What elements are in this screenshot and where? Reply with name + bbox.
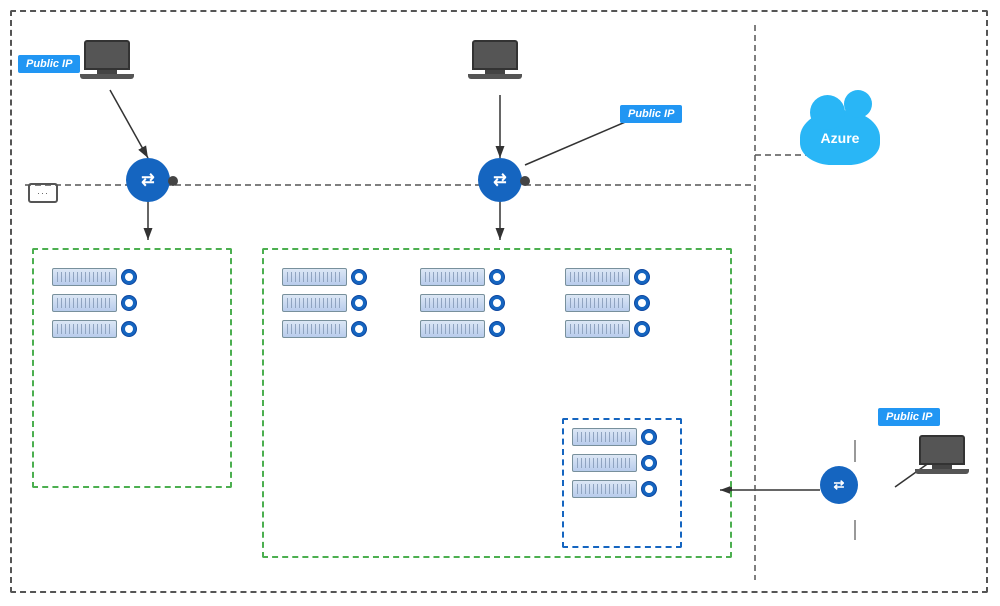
- server-badge-3-2: [489, 295, 505, 311]
- server-badge-2-2: [351, 295, 367, 311]
- server-rack-3-1: [420, 268, 485, 286]
- server-rack-4-1: [565, 268, 630, 286]
- server-rack-2-3: [282, 320, 347, 338]
- router-3: ⇄: [820, 466, 858, 504]
- server-rack-3-2: [420, 294, 485, 312]
- server-badge-4-1: [634, 269, 650, 285]
- laptop-screen-3: [919, 435, 965, 465]
- server-badge-1-3: [121, 321, 137, 337]
- server-1-2: [52, 294, 137, 312]
- router-1: ⇄: [126, 158, 170, 202]
- azure-cloud: Azure: [800, 110, 880, 165]
- server-rack-4-2: [565, 294, 630, 312]
- laptop-2: [468, 40, 522, 79]
- laptop-base-2: [468, 74, 522, 79]
- diagram-canvas: Public IP Public IP ⇄ ··· ⇄ Azure: [0, 0, 1000, 606]
- server-3-1: [420, 268, 505, 286]
- server-1-3: [52, 320, 137, 338]
- server-4-2: [565, 294, 650, 312]
- server-2-1: [282, 268, 367, 286]
- router-2: ⇄: [478, 158, 522, 202]
- server-badge-4-3: [634, 321, 650, 337]
- server-rack-5-2: [572, 454, 637, 472]
- laptop-base-1: [80, 74, 134, 79]
- server-group-5: [572, 428, 657, 506]
- server-4-3: [565, 320, 650, 338]
- router-arrows-3: ⇄: [834, 477, 845, 493]
- azure-label: Azure: [821, 130, 860, 146]
- server-rack-5-3: [572, 480, 637, 498]
- server-badge-2-1: [351, 269, 367, 285]
- server-group-3: [420, 268, 505, 346]
- server-badge-1-1: [121, 269, 137, 285]
- router-arrows-2: ⇄: [493, 170, 506, 190]
- router-body-1: ⇄: [126, 158, 170, 202]
- server-5-3: [572, 480, 657, 498]
- wan-dots: ···: [37, 188, 49, 198]
- server-3-3: [420, 320, 505, 338]
- server-4-1: [565, 268, 650, 286]
- public-ip-label-2: Public IP: [620, 105, 682, 123]
- server-2-3: [282, 320, 367, 338]
- server-1-1: [52, 268, 137, 286]
- server-badge-3-1: [489, 269, 505, 285]
- server-rack-4-3: [565, 320, 630, 338]
- server-5-2: [572, 454, 657, 472]
- laptop-3: [915, 435, 969, 474]
- server-badge-5-2: [641, 455, 657, 471]
- server-rack-1-1: [52, 268, 117, 286]
- server-badge-3-3: [489, 321, 505, 337]
- router-body-3: ⇄: [820, 466, 858, 504]
- laptop-1: [80, 40, 134, 79]
- server-5-1: [572, 428, 657, 446]
- public-ip-label-3: Public IP: [878, 408, 940, 426]
- server-rack-3-3: [420, 320, 485, 338]
- connector-dot-1: [168, 176, 178, 186]
- server-badge-5-1: [641, 429, 657, 445]
- server-group-4: [565, 268, 650, 346]
- public-ip-label-1: Public IP: [18, 55, 80, 73]
- router-arrows-1: ⇄: [141, 170, 154, 190]
- server-rack-2-2: [282, 294, 347, 312]
- server-badge-2-3: [351, 321, 367, 337]
- connector-dot-2: [520, 176, 530, 186]
- router-body-2: ⇄: [478, 158, 522, 202]
- laptop-screen-1: [84, 40, 130, 70]
- server-2-2: [282, 294, 367, 312]
- server-rack-1-3: [52, 320, 117, 338]
- laptop-base-3: [915, 469, 969, 474]
- laptop-screen-2: [472, 40, 518, 70]
- server-rack-2-1: [282, 268, 347, 286]
- server-rack-5-1: [572, 428, 637, 446]
- server-rack-1-2: [52, 294, 117, 312]
- server-badge-4-2: [634, 295, 650, 311]
- wan-icon: ···: [28, 183, 58, 203]
- server-group-2: [282, 268, 367, 346]
- server-badge-1-2: [121, 295, 137, 311]
- server-badge-5-3: [641, 481, 657, 497]
- server-3-2: [420, 294, 505, 312]
- cloud-shape: Azure: [800, 110, 880, 165]
- server-group-1: [52, 268, 137, 346]
